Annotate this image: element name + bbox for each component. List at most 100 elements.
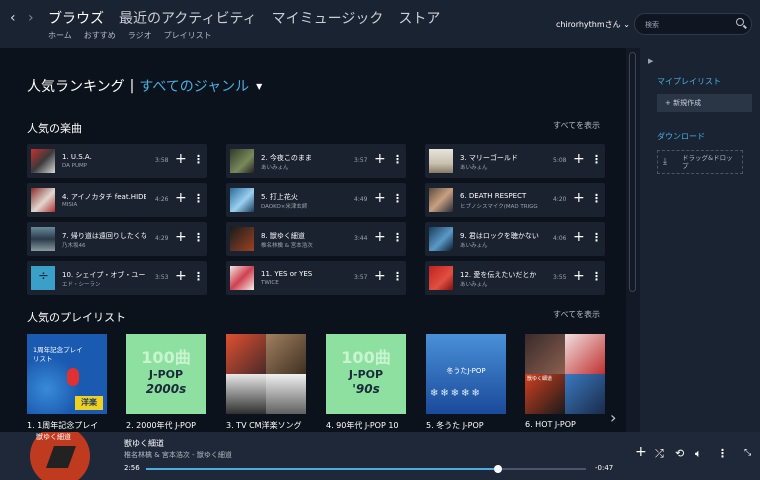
more-icon[interactable]: ⋮ (392, 231, 403, 244)
search-input[interactable]: 検索 (634, 13, 752, 35)
volume-icon[interactable]: 🔈︎ (695, 447, 702, 461)
add-icon[interactable]: + (175, 268, 187, 284)
nav-recent[interactable]: 最近のアクティビティ (119, 8, 257, 28)
add-icon[interactable]: + (374, 229, 386, 245)
add-icon[interactable]: + (374, 190, 386, 206)
add-icon[interactable]: + (175, 190, 187, 206)
playlist-caption[interactable]: 3. TV CM洋楽ソング (226, 420, 306, 431)
song-item[interactable]: 11. YES or YES TWICE 3:57 + ⋮ (226, 261, 406, 295)
more-icon[interactable]: ⋮ (193, 153, 204, 166)
song-item[interactable]: 5. 打上花火 DAOKO×米津玄師 4:49 + ⋮ (226, 183, 406, 217)
more-icon[interactable]: ⋮ (591, 231, 602, 244)
repeat-icon[interactable]: ⟲ (675, 447, 684, 460)
playlist-card[interactable] (226, 334, 306, 414)
collapse-panel-icon[interactable]: ▶ (648, 57, 653, 65)
add-icon[interactable]: + (374, 151, 386, 167)
seek-bar[interactable] (146, 465, 586, 473)
playlist-card[interactable]: 100曲 J-POP '90s (326, 334, 406, 414)
top-bar: ‹ › ブラウズ 最近のアクティビティ マイミュージック ストア ホーム おすす… (0, 0, 760, 48)
nav-browse[interactable]: ブラウズ (48, 8, 104, 28)
playlist-caption[interactable]: 2. 2000年代 J-POP (126, 420, 206, 431)
nav-store[interactable]: ストア (398, 8, 440, 28)
download-header[interactable]: ダウンロード (657, 131, 705, 142)
playlists-see-all-link[interactable]: すべてを表示 (553, 309, 600, 320)
subnav-playlist[interactable]: プレイリスト (164, 30, 212, 41)
more-icon[interactable]: ⋮ (392, 153, 403, 166)
playlist-card[interactable]: 1周年記念プレイリスト 洋楽 (27, 334, 107, 414)
more-icon[interactable]: ⋮ (392, 270, 403, 283)
song-duration: 3:44 (354, 235, 368, 242)
song-artist: MISIA (62, 202, 78, 208)
subnav-home[interactable]: ホーム (48, 30, 72, 41)
scrollbar[interactable] (626, 48, 640, 432)
playlist-art-text: 冬うたJ-POP (446, 367, 486, 375)
songs-see-all-link[interactable]: すべてを表示 (553, 120, 600, 131)
playlist-caption[interactable]: 1. 1周年記念プレイ (27, 420, 107, 431)
balloon-shape (67, 368, 79, 386)
more-icon[interactable]: ⋮ (717, 447, 728, 460)
user-menu[interactable]: chirorhythmさん ⌄ (556, 19, 630, 30)
add-icon[interactable]: + (635, 444, 647, 460)
more-icon[interactable]: ⋮ (193, 270, 204, 283)
add-icon[interactable]: + (573, 229, 585, 245)
song-duration: 4:06 (553, 235, 567, 242)
song-duration: 4:20 (553, 196, 567, 203)
playlist-card[interactable]: 獣ゆく細道 (525, 334, 605, 414)
more-icon[interactable]: ⋮ (591, 153, 602, 166)
back-icon[interactable]: ‹ (10, 10, 16, 26)
forward-icon[interactable]: › (28, 10, 34, 26)
playlist-card[interactable]: 100曲 J-POP 2000s (126, 334, 206, 414)
add-icon[interactable]: + (374, 268, 386, 284)
add-icon[interactable]: + (175, 229, 187, 245)
add-icon[interactable]: + (573, 268, 585, 284)
shuffle-icon[interactable]: ⤮ (655, 447, 664, 461)
more-icon[interactable]: ⋮ (193, 231, 204, 244)
add-icon[interactable]: + (573, 151, 585, 167)
now-playing-title: 獣ゆく細道 (124, 439, 164, 448)
carousel-next-icon[interactable]: › (610, 408, 616, 427)
more-icon[interactable]: ⋮ (591, 270, 602, 283)
download-icon: ⤓ (663, 157, 667, 167)
my-playlist-header[interactable]: マイプレイリスト (657, 76, 721, 87)
song-item[interactable]: 1. U.S.A. DA PUMP 3:58 + ⋮ (27, 144, 207, 178)
now-playing-art[interactable]: 獣ゆく細道 (30, 432, 90, 480)
expand-icon[interactable]: ⤡ (744, 448, 751, 458)
search-icon[interactable] (736, 18, 744, 26)
more-icon[interactable]: ⋮ (193, 192, 204, 205)
genre-selector[interactable]: すべてのジャンル (139, 76, 249, 96)
playlist-card[interactable]: 冬うたJ-POP ❄❄❄❄❄ (426, 334, 506, 414)
album-art: ÷ (31, 266, 55, 290)
song-title: 10. シェイプ・オブ・ユー (62, 271, 146, 279)
nav-my-music[interactable]: マイミュージック (272, 8, 384, 28)
subnav-recommend[interactable]: おすすめ (84, 30, 116, 41)
playlist-caption[interactable]: 4. 90年代 J-POP 10 (326, 420, 406, 431)
sub-nav: ホーム おすすめ ラジオ プレイリスト (48, 30, 212, 41)
more-icon[interactable]: ⋮ (591, 192, 602, 205)
song-item[interactable]: 9. 君はロックを聴かない あいみょん 4:06 + ⋮ (425, 222, 605, 256)
song-item[interactable]: 4. アイノカタチ feat.HIDE MISIA 4:26 + ⋮ (27, 183, 207, 217)
add-icon[interactable]: + (175, 151, 187, 167)
add-icon[interactable]: + (573, 190, 585, 206)
song-artist: ヒプノシスマイク(MAD TRIGG (460, 204, 538, 210)
playlist-caption[interactable]: 5. 冬うた J-POP (426, 420, 506, 431)
song-item[interactable]: 3. マリーゴールド あいみょん 5:08 + ⋮ (425, 144, 605, 178)
new-playlist-button[interactable]: + 新規作成 (657, 94, 752, 112)
more-icon[interactable]: ⋮ (392, 192, 403, 205)
song-item[interactable]: 8. 獣ゆく細道 椎名林檎 & 宮本浩次 3:44 + ⋮ (226, 222, 406, 256)
caret-down-icon[interactable]: ▼ (256, 82, 262, 91)
song-duration: 4:26 (155, 196, 169, 203)
song-item[interactable]: 7. 帰り道は遠回りしたくな 乃木坂46 4:29 + ⋮ (27, 222, 207, 256)
playlist-art-sub: 2000s (145, 382, 187, 396)
seek-knob[interactable] (494, 465, 502, 473)
playlists-section-title: 人気のプレイリスト (27, 311, 126, 324)
scrollbar-thumb[interactable] (629, 52, 636, 292)
song-duration: 5:08 (553, 157, 567, 164)
songs-section-title: 人気の楽曲 (27, 122, 82, 135)
subnav-radio[interactable]: ラジオ (128, 30, 152, 41)
song-item[interactable]: 2. 今夜このまま あいみょん 3:57 + ⋮ (226, 144, 406, 178)
playlist-caption[interactable]: 6. HOT J-POP (525, 420, 605, 429)
drag-drop-zone[interactable]: ⤓ ドラッグ&ドロップ (657, 150, 743, 174)
song-item[interactable]: ÷ 10. シェイプ・オブ・ユー エド・シーラン 3:53 + ⋮ (27, 261, 207, 295)
song-item[interactable]: 12. 愛を伝えたいだとか あいみょん 3:55 + ⋮ (425, 261, 605, 295)
song-item[interactable]: 6. DEATH RESPECT ヒプノシスマイク(MAD TRIGG 4:20… (425, 183, 605, 217)
